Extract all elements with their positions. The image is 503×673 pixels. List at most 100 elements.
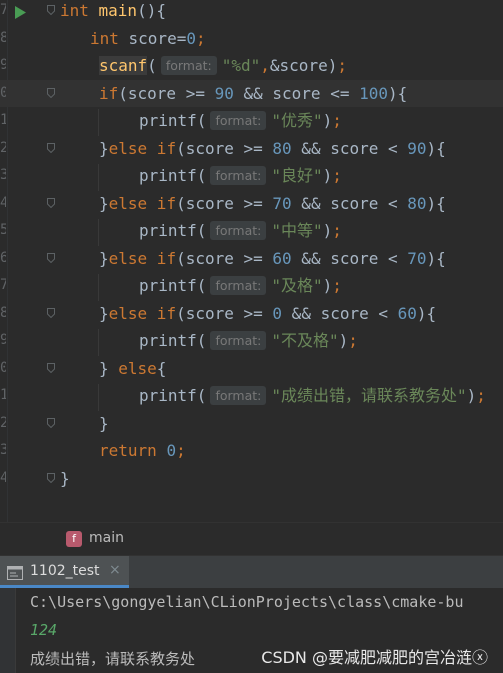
code-token: } (99, 138, 109, 158)
parameter-hint: format: (160, 56, 217, 75)
code-line[interactable]: 5 printf(format: "中等"); (0, 217, 503, 244)
code-token: 100 (359, 83, 388, 103)
code-text: } (99, 410, 109, 437)
indent-guide (98, 164, 99, 191)
code-token: } (99, 248, 109, 268)
code-text: printf(format: "不及格"); (139, 327, 358, 354)
code-line[interactable]: 2}else if(score >= 80 && score < 90){ (0, 135, 503, 162)
fold-marker-icon[interactable] (47, 87, 55, 98)
code-token: ) (322, 111, 333, 130)
code-token: printf( (139, 221, 207, 240)
run-tab-label: 1102_test (30, 563, 100, 579)
fold-marker-icon[interactable] (47, 252, 55, 263)
code-token: "优秀" (271, 111, 323, 130)
line-number: 0 (0, 359, 6, 376)
code-token: && score < (291, 193, 408, 213)
code-line[interactable]: 0} else{ (0, 355, 503, 382)
code-token: ; (195, 28, 206, 48)
code-token: (){ (137, 1, 166, 20)
code-token: } (99, 358, 119, 378)
code-token: 80 (407, 193, 427, 213)
code-line[interactable]: 8 int score=0; (0, 25, 503, 52)
code-token: ; (332, 221, 342, 240)
fold-marker-icon[interactable] (47, 307, 55, 318)
fold-marker-icon[interactable] (47, 197, 55, 208)
code-token: , (260, 56, 270, 75)
code-token: int (60, 1, 99, 20)
code-line[interactable]: 8}else if(score >= 0 && score < 60){ (0, 300, 503, 327)
close-icon[interactable]: × (109, 562, 121, 578)
code-text: if(score >= 90 && score <= 100){ (99, 80, 407, 107)
code-token: ){ (416, 303, 437, 323)
code-line[interactable]: 4}else if(score >= 70 && score < 80){ (0, 190, 503, 217)
code-token: 0 (186, 28, 196, 48)
fold-marker-icon[interactable] (47, 5, 55, 15)
code-token: && score < (291, 138, 408, 158)
code-editor[interactable]: 7 int main(){8 int score=0; 9 scanf(format: "… (0, 0, 503, 522)
code-line[interactable]: 3 return 0; (0, 437, 503, 464)
parameter-hint: format: (210, 386, 267, 405)
function-icon: f (66, 531, 82, 547)
fold-marker-icon[interactable] (47, 362, 55, 373)
code-line[interactable]: 9 printf(format: "不及格"); (0, 327, 503, 354)
code-line[interactable]: 4} (0, 465, 503, 492)
code-token: ){ (426, 193, 446, 213)
code-token: return (99, 441, 167, 460)
line-number: 2 (0, 139, 6, 156)
console-toolbar (0, 588, 16, 673)
code-token: (score >= (176, 303, 273, 323)
code-token: "良好" (271, 166, 323, 185)
code-token: } (99, 303, 109, 323)
code-text: printf(format: "及格"); (139, 272, 342, 299)
code-token: else if (108, 138, 177, 158)
code-line[interactable]: 2} (0, 410, 503, 437)
code-token: ; (176, 441, 186, 460)
code-text: }else if(score >= 60 && score < 70){ (99, 245, 446, 272)
line-number: 0 (0, 84, 6, 101)
code-token: else if (108, 303, 177, 323)
code-token: ; (332, 276, 342, 295)
parameter-hint: format: (210, 221, 267, 240)
code-token: } (99, 413, 109, 433)
code-line[interactable]: 3 printf(format: "良好"); (0, 162, 503, 189)
console-user-input: 124 (30, 621, 58, 639)
code-token: && score < (291, 248, 408, 268)
fold-marker-icon[interactable] (47, 472, 55, 483)
code-token: else if (108, 248, 177, 268)
console-executable-path: C:\Users\gongyelian\CLionProjects\class\… (30, 593, 464, 611)
line-number: 1 (0, 387, 6, 403)
code-token: "中等" (271, 221, 323, 240)
code-token: int (90, 28, 129, 48)
code-token: &score) (269, 56, 338, 75)
code-token: ; (348, 331, 358, 350)
code-token: printf( (139, 166, 207, 185)
run-gutter-icon[interactable] (15, 4, 26, 23)
line-number: 7 (0, 2, 6, 18)
line-number: 9 (0, 57, 6, 73)
code-token: (score >= (118, 83, 215, 103)
fold-marker-icon[interactable] (47, 417, 55, 428)
line-number: 2 (0, 414, 6, 431)
fold-marker-icon[interactable] (47, 142, 55, 153)
code-token: ; (332, 166, 342, 185)
line-number: 9 (0, 332, 6, 348)
indent-guide (98, 329, 99, 356)
indent-guide (98, 109, 99, 136)
parameter-hint: format: (210, 111, 267, 130)
parameter-hint: format: (210, 276, 267, 295)
code-line[interactable]: 7 int main(){ (0, 0, 503, 24)
code-line[interactable]: 6}else if(score >= 60 && score < 70){ (0, 245, 503, 272)
code-token: 90 (407, 138, 427, 158)
run-tab-1102-test[interactable]: 1102_test × (0, 556, 129, 588)
code-token: ){ (426, 138, 446, 158)
code-line[interactable]: 7 printf(format: "及格"); (0, 272, 503, 299)
code-line[interactable]: 9 scanf(format: "%d",&score); (0, 52, 503, 79)
code-line[interactable]: 0 if(score >= 90 && score <= 100){ (0, 79, 503, 107)
code-line[interactable]: 1 printf(format: "成绩出错，请联系教务处"); (0, 382, 503, 409)
code-text: printf(format: "良好"); (139, 162, 342, 189)
code-line[interactable]: 1 printf(format: "优秀"); (0, 107, 503, 134)
code-token: ; (337, 56, 347, 75)
code-token: 0 (166, 441, 177, 460)
breadcrumb-function-main[interactable]: main (89, 530, 124, 546)
code-text: } (60, 465, 70, 492)
